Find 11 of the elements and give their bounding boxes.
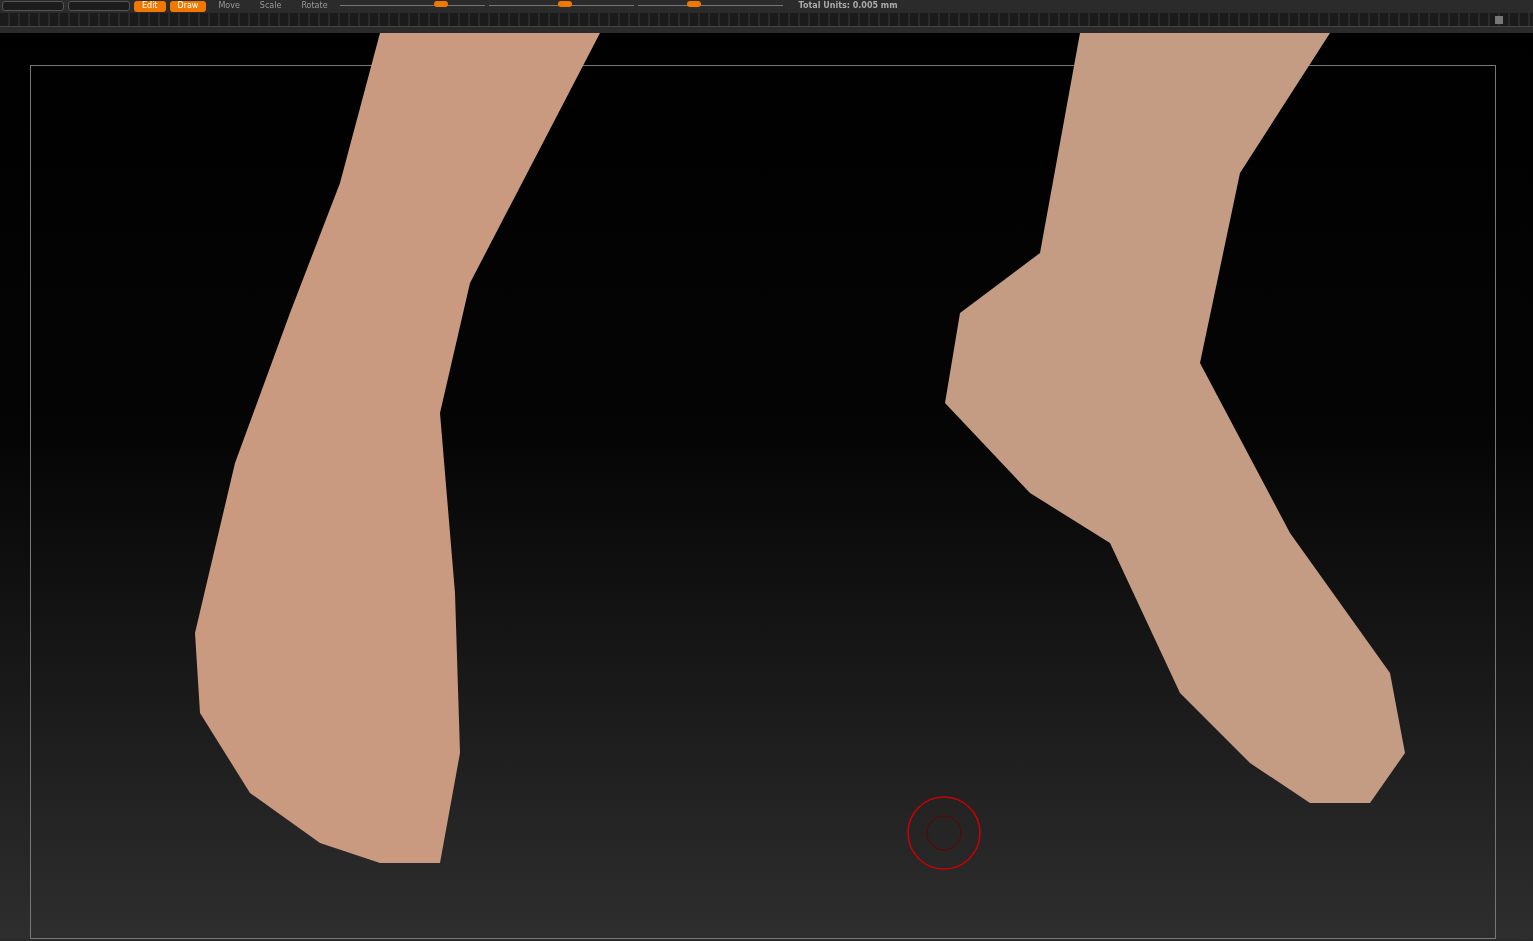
mode-button[interactable]: Rotate: [293, 0, 336, 12]
slider-thumb[interactable]: [558, 1, 573, 7]
mode-button[interactable]: Scale: [251, 0, 290, 12]
units-readout: Total Units: 0.005 mm: [798, 1, 898, 11]
mode-button[interactable]: Move: [210, 0, 248, 12]
mode-button[interactable]: Edit: [134, 0, 166, 12]
tray-handle[interactable]: [1495, 16, 1503, 24]
slider-thumb[interactable]: [687, 1, 702, 7]
slider-thumb[interactable]: [434, 1, 449, 7]
mode-button[interactable]: Draw: [169, 0, 207, 12]
brush-cursor-icon: [907, 796, 981, 870]
